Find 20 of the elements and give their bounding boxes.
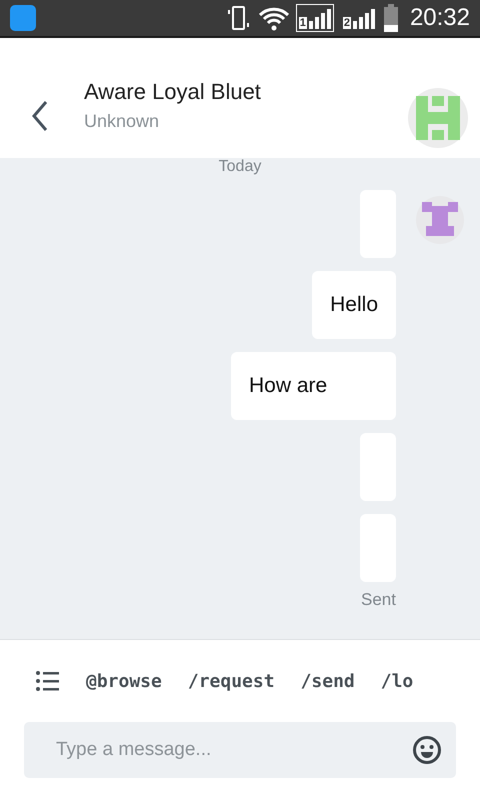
date-divider: Today xyxy=(218,158,262,176)
message-bubble: Hello xyxy=(312,271,396,339)
contact-status: Unknown xyxy=(84,111,160,132)
wifi-icon xyxy=(258,5,290,31)
emoji-icon[interactable] xyxy=(412,735,442,765)
app-icon xyxy=(10,5,36,31)
delivery-status: Sent xyxy=(361,590,396,610)
message-bubble: How are xyxy=(231,352,396,420)
clock-time: 20:32 xyxy=(410,4,470,32)
contact-name: Aware Loyal Bluet xyxy=(84,79,262,105)
list-icon[interactable] xyxy=(36,671,60,691)
message-field[interactable]: Type a message... xyxy=(24,722,456,778)
vibrate-icon xyxy=(226,5,252,31)
command-shortcut[interactable]: /request xyxy=(188,670,275,692)
command-shortcut[interactable]: @browse xyxy=(86,670,162,692)
user-avatar xyxy=(416,196,464,244)
command-shortcut[interactable]: /lo xyxy=(380,670,414,692)
signal-icon: 1 xyxy=(296,4,334,32)
command-shortcut[interactable]: /send xyxy=(300,670,355,692)
battery-icon xyxy=(384,4,398,32)
